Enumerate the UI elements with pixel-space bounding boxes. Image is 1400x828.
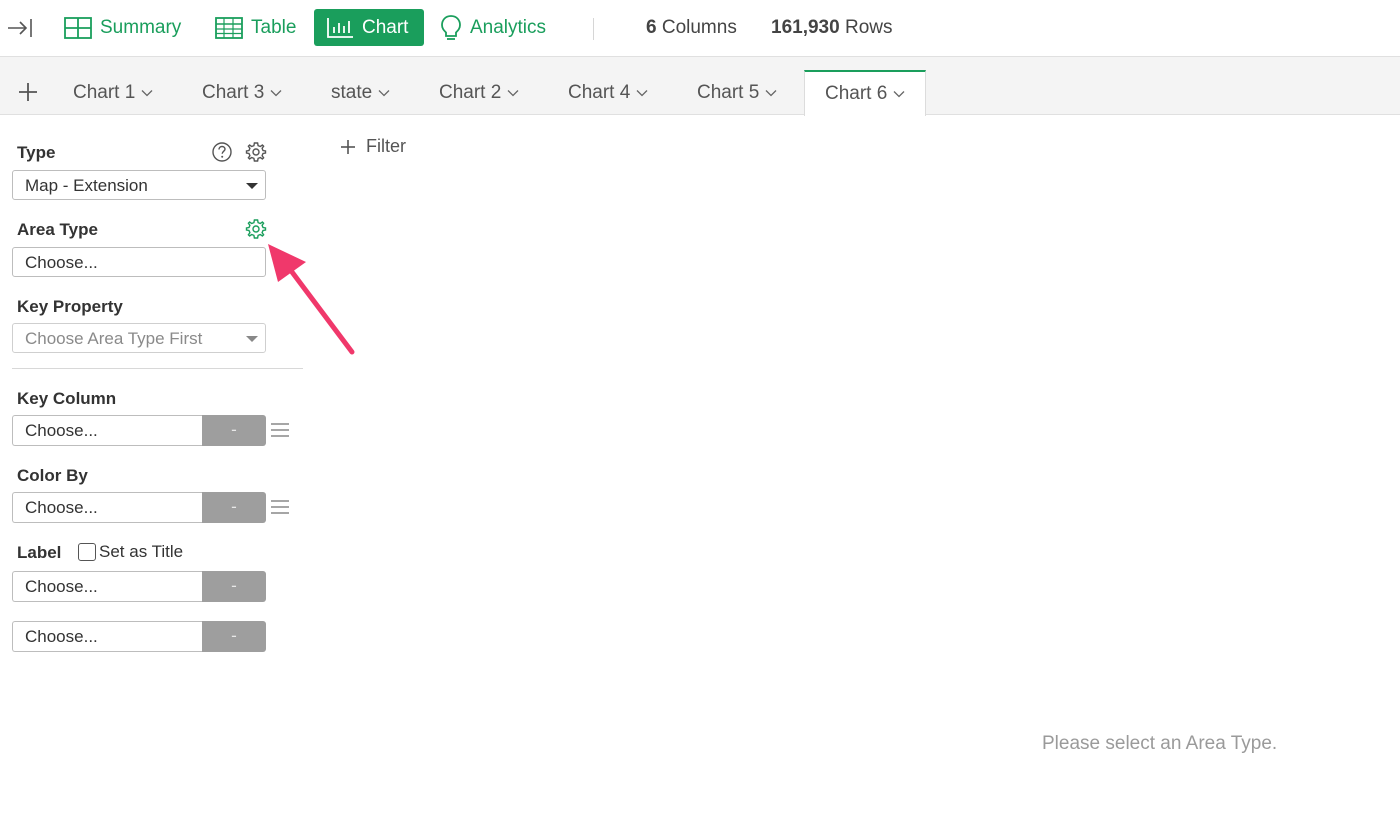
chart-icon xyxy=(327,17,353,38)
chevron-down-icon xyxy=(270,90,282,97)
chevron-down-icon xyxy=(893,91,905,98)
label-aggregate-button-1[interactable]: - xyxy=(202,571,266,602)
label-select-2[interactable]: Choose... xyxy=(12,621,203,652)
empty-state-message: Please select an Area Type. xyxy=(1042,733,1278,754)
set-as-title-checkbox[interactable] xyxy=(78,543,96,561)
key-property-select-value: Choose Area Type First xyxy=(25,329,203,348)
rows-count-label: Rows xyxy=(844,17,893,38)
tab-label: Chart 4 xyxy=(568,82,631,103)
key-column-combo[interactable]: Choose... - xyxy=(12,415,266,446)
key-column-aggregate-button[interactable]: - xyxy=(202,415,266,446)
chevron-down-icon xyxy=(636,90,648,97)
tab-chart-1[interactable]: Chart 1 xyxy=(73,71,153,115)
gear-icon[interactable] xyxy=(245,141,267,163)
tab-chart-4[interactable]: Chart 4 xyxy=(568,71,648,115)
top-toolbar: Summary Table Chart Analytics 6 Columns … xyxy=(0,0,1400,57)
color-by-select[interactable]: Choose... xyxy=(12,492,203,523)
area-type-select-value: Choose... xyxy=(25,253,98,272)
caret-down-icon xyxy=(246,336,258,342)
label-label: Label xyxy=(17,543,62,562)
nav-analytics-button[interactable]: Analytics xyxy=(428,9,558,46)
tab-label: Chart 5 xyxy=(697,82,760,103)
chevron-down-icon xyxy=(765,90,777,97)
color-by-label: Color By xyxy=(17,466,88,485)
chevron-down-icon xyxy=(141,90,153,97)
tab-chart-5[interactable]: Chart 5 xyxy=(697,71,777,115)
area-type-gear-icon[interactable] xyxy=(245,218,267,240)
tab-chart-3[interactable]: Chart 3 xyxy=(202,71,282,115)
label-combo-2[interactable]: Choose... - xyxy=(12,621,266,652)
collapse-panel-icon[interactable] xyxy=(6,14,34,42)
filter-button[interactable]: Filter xyxy=(340,136,406,157)
area-type-select[interactable]: Choose... xyxy=(12,247,266,277)
label-aggregate-button-2[interactable]: - xyxy=(202,621,266,652)
tab-label: Chart 1 xyxy=(73,82,136,103)
columns-count-label: Columns xyxy=(661,17,737,38)
nav-table-label: Table xyxy=(251,16,297,38)
tab-label: state xyxy=(331,82,373,103)
type-select-value: Map - Extension xyxy=(25,176,148,195)
toolbar-divider xyxy=(593,18,594,40)
chart-config-panel: Type Map - Extension Area Type Choose...… xyxy=(6,115,306,828)
label-combo-1[interactable]: Choose... - xyxy=(12,571,266,602)
caret-down-icon xyxy=(246,183,258,189)
chart-tabs-bar: Chart 1 Chart 3 state Chart 2 Chart 4 Ch… xyxy=(0,57,1400,116)
panel-divider xyxy=(12,368,303,369)
color-by-aggregate-button[interactable]: - xyxy=(202,492,266,523)
table-icon xyxy=(215,16,243,39)
rows-count: 161,930 Rows xyxy=(771,17,892,39)
menu-icon[interactable] xyxy=(270,499,290,515)
key-property-label: Key Property xyxy=(17,297,123,316)
area-type-label: Area Type xyxy=(17,220,98,239)
menu-icon[interactable] xyxy=(270,422,290,438)
tab-chart-2[interactable]: Chart 2 xyxy=(439,71,519,115)
grid-icon xyxy=(64,16,92,39)
color-by-combo[interactable]: Choose... - xyxy=(12,492,266,523)
nav-table-button[interactable]: Table xyxy=(203,9,308,46)
type-select[interactable]: Map - Extension xyxy=(12,170,266,200)
bulb-icon xyxy=(441,14,461,40)
columns-count-value: 6 xyxy=(646,17,657,38)
tab-label: Chart 2 xyxy=(439,82,502,103)
tab-label: Chart 3 xyxy=(202,82,265,103)
nav-analytics-label: Analytics xyxy=(470,16,547,38)
type-label: Type xyxy=(17,143,56,162)
plus-icon xyxy=(341,139,355,154)
filter-label: Filter xyxy=(366,136,406,156)
key-property-select: Choose Area Type First xyxy=(12,323,266,353)
nav-chart-label: Chart xyxy=(362,16,409,38)
key-column-select[interactable]: Choose... xyxy=(12,415,203,446)
chevron-down-icon xyxy=(378,90,390,97)
rows-count-value: 161,930 xyxy=(771,17,840,38)
columns-count: 6 Columns xyxy=(646,17,737,39)
key-column-label: Key Column xyxy=(17,389,117,408)
help-icon[interactable] xyxy=(211,141,233,163)
add-tab-icon[interactable] xyxy=(16,80,40,104)
annotation-arrow-icon xyxy=(268,244,355,355)
tab-state[interactable]: state xyxy=(331,71,390,115)
nav-summary-label: Summary xyxy=(100,16,182,38)
nav-summary-button[interactable]: Summary xyxy=(52,9,193,46)
tab-chart-6[interactable]: Chart 6 xyxy=(804,70,927,116)
nav-chart-button[interactable]: Chart xyxy=(314,9,424,46)
tab-label: Chart 6 xyxy=(825,83,888,104)
set-as-title-label: Set as Title xyxy=(99,542,184,561)
chevron-down-icon xyxy=(507,90,519,97)
label-select-1[interactable]: Choose... xyxy=(12,571,203,602)
